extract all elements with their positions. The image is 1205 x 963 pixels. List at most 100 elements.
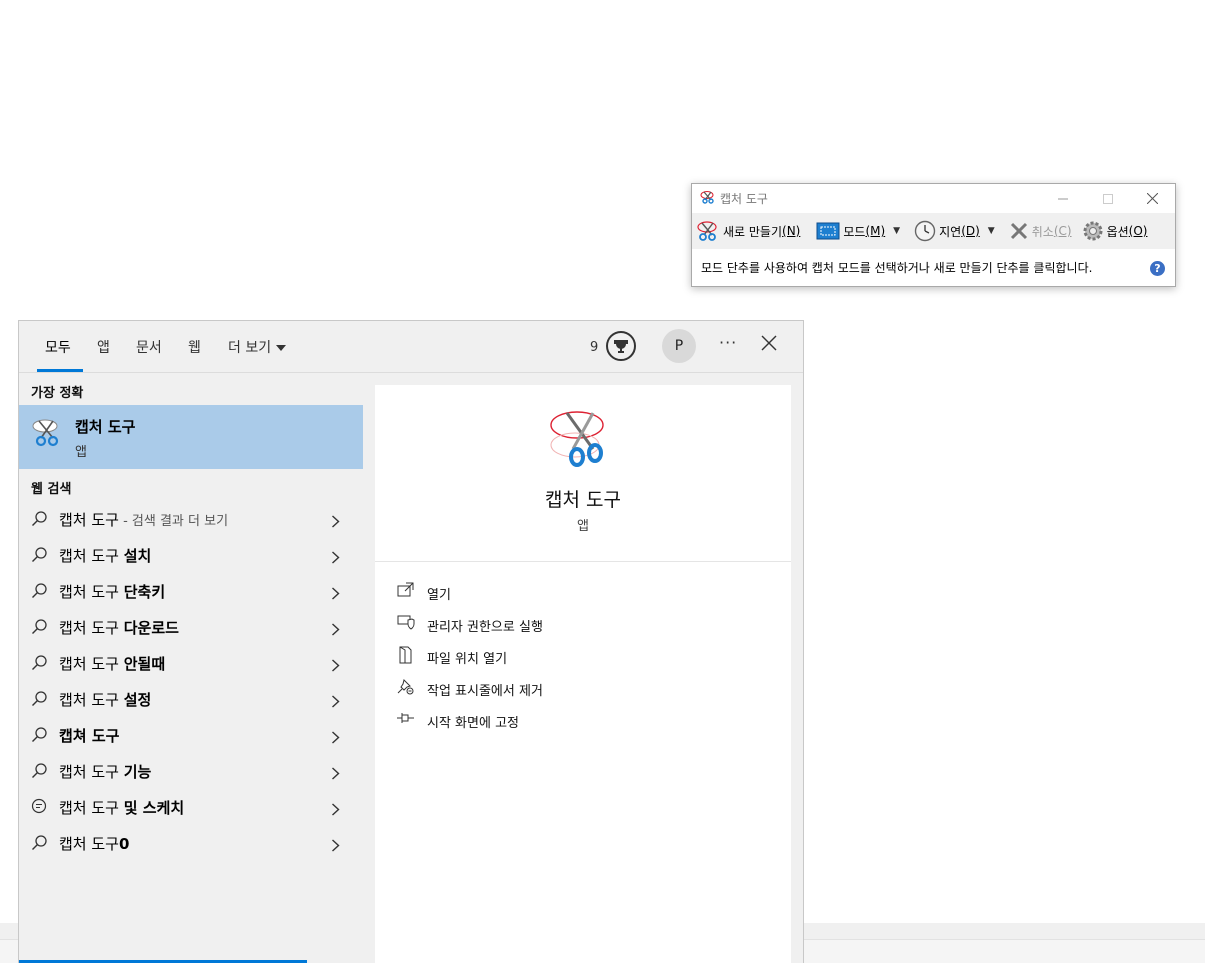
chevron-right-icon <box>331 549 340 568</box>
minimize-icon <box>1057 198 1068 199</box>
app-detail-pane: 캡처 도구 앱 열기 관리자 권한으로 실행 파일 위치 열기 작업 표시줄에서… <box>375 385 791 963</box>
maximize-icon <box>1102 193 1113 204</box>
rewards-trophy-icon[interactable] <box>606 331 636 361</box>
web-result-row[interactable]: 캡쳐 도구 <box>19 717 363 753</box>
chevron-right-icon <box>331 801 340 820</box>
search-icon <box>31 834 48 855</box>
web-result-row[interactable]: 캡처 도구 - 검색 결과 더 보기 <box>19 501 363 537</box>
web-result-row[interactable]: 캡처 도구 및 스케치 <box>19 789 363 825</box>
file-location-icon <box>397 646 415 668</box>
minimize-button[interactable] <box>1040 184 1085 213</box>
search-icon <box>31 546 48 567</box>
window-title: 캡처 도구 <box>720 192 768 206</box>
search-icon <box>31 762 48 783</box>
search-icon <box>31 510 48 531</box>
web-result-text: 캡처 도구 단축키 <box>59 583 166 601</box>
chat-icon <box>31 798 47 818</box>
open-icon <box>397 582 415 602</box>
delay-button[interactable]: 지연 (D) ▼ <box>914 220 999 242</box>
options-button[interactable]: 옵션 (O) <box>1082 220 1147 242</box>
pin-icon <box>397 710 415 729</box>
rewards-count: 9 <box>590 340 599 355</box>
close-icon <box>1147 193 1158 204</box>
best-match-type: 앱 <box>75 445 87 460</box>
gear-icon <box>1082 220 1104 242</box>
web-result-text: 캡처 도구 설정 <box>59 691 152 709</box>
search-icon <box>31 582 48 603</box>
cancel-button[interactable]: 취소 (C) <box>1009 221 1072 241</box>
search-tab-bar: 모두 앱 문서 웹 더 보기 9 P ··· <box>19 321 803 373</box>
action-unpin-taskbar[interactable]: 작업 표시줄에서 제거 <box>397 676 697 700</box>
tab-more[interactable]: 더 보기 <box>228 337 287 357</box>
chevron-right-icon <box>331 621 340 640</box>
close-button[interactable] <box>1130 184 1175 213</box>
chevron-right-icon <box>331 585 340 604</box>
detail-app-type: 앱 <box>577 519 589 534</box>
chevron-right-icon <box>331 837 340 856</box>
scissors-icon <box>700 189 716 208</box>
web-search-heading: 웹 검색 <box>31 482 72 497</box>
status-bar: 모드 단추를 사용하여 캡처 모드를 선택하거나 새로 만들기 단추를 클릭합니… <box>692 249 1175 286</box>
web-result-row[interactable]: 캡처 도구 기능 <box>19 753 363 789</box>
chevron-right-icon <box>331 693 340 712</box>
web-result-row[interactable]: 캡처 도구 안될때 <box>19 645 363 681</box>
web-result-row[interactable]: 캡처 도구 다운로드 <box>19 609 363 645</box>
delay-dropdown-icon[interactable]: ▼ <box>988 226 995 236</box>
scissors-icon <box>696 220 720 242</box>
best-match-heading: 가장 정확 <box>31 386 84 401</box>
toolbar: 새로 만들기 (N) 모드 (M) ▼ 지연 (D) ▼ 취소 (C) 옵션 (… <box>692 213 1175 249</box>
avatar[interactable]: P <box>662 329 696 363</box>
rectangle-snip-icon <box>816 222 840 240</box>
best-match-title: 캡처 도구 <box>75 418 136 436</box>
chevron-right-icon <box>331 765 340 784</box>
tab-web[interactable]: 웹 <box>188 337 201 357</box>
snipping-tool-large-icon <box>549 405 613 473</box>
web-result-row[interactable]: 캡처 도구 설치 <box>19 537 363 573</box>
web-result-text: 캡처 도구 안될때 <box>59 655 166 673</box>
action-run-as-admin[interactable]: 관리자 권한으로 실행 <box>397 612 697 636</box>
admin-shield-icon <box>397 614 415 634</box>
web-result-row[interactable]: 캡처 도구 설정 <box>19 681 363 717</box>
action-pin-start[interactable]: 시작 화면에 고정 <box>397 708 697 732</box>
web-result-text: 캡처 도구 설치 <box>59 547 152 565</box>
web-result-row[interactable]: 캡처 도구0 <box>19 825 363 861</box>
chevron-down-icon <box>276 345 287 351</box>
chevron-right-icon <box>331 513 340 532</box>
active-tab-indicator <box>37 369 83 372</box>
web-result-text: 캡처 도구 및 스케치 <box>59 799 185 817</box>
best-match-item[interactable]: 캡처 도구 앱 <box>19 405 363 469</box>
new-snip-button[interactable]: 새로 만들기 (N) <box>696 220 800 242</box>
search-icon <box>31 726 48 747</box>
snipping-tool-icon <box>31 416 63 452</box>
maximize-button[interactable] <box>1085 184 1130 213</box>
action-open-file-location[interactable]: 파일 위치 열기 <box>397 644 697 668</box>
tab-documents[interactable]: 문서 <box>136 337 162 357</box>
close-search-button[interactable] <box>761 335 783 357</box>
search-icon <box>31 654 48 675</box>
web-result-text: 캡처 도구 다운로드 <box>59 619 179 637</box>
tab-apps[interactable]: 앱 <box>97 337 110 357</box>
chevron-right-icon <box>331 729 340 748</box>
clock-icon <box>914 220 936 242</box>
web-result-text: 캡처 도구0 <box>59 835 130 853</box>
unpin-icon <box>397 678 415 700</box>
help-icon[interactable]: ? <box>1150 261 1165 276</box>
chevron-right-icon <box>331 657 340 676</box>
detail-app-title: 캡처 도구 <box>545 489 621 511</box>
mode-dropdown-icon[interactable]: ▼ <box>893 226 900 236</box>
web-result-text: 캡처 도구 기능 <box>59 763 152 781</box>
web-result-text: 캡처 도구 - 검색 결과 더 보기 <box>59 511 229 529</box>
tab-all[interactable]: 모두 <box>45 337 71 357</box>
start-search-panel: 모두 앱 문서 웹 더 보기 9 P ··· 가장 정확 캡처 도구 앱 웹 검… <box>18 320 804 963</box>
cancel-x-icon <box>1009 221 1029 241</box>
close-icon <box>761 335 777 351</box>
web-result-text: 캡쳐 도구 <box>59 727 120 745</box>
snipping-tool-window: 캡처 도구 새로 만들기 (N) 모드 (M) ▼ 지연 (D) ▼ 취소 (C… <box>691 183 1176 287</box>
mode-button[interactable]: 모드 (M) ▼ <box>816 222 904 240</box>
action-open[interactable]: 열기 <box>397 580 697 604</box>
search-icon <box>31 618 48 639</box>
search-icon <box>31 690 48 711</box>
status-text: 모드 단추를 사용하여 캡처 모드를 선택하거나 새로 만들기 단추를 클릭합니… <box>701 261 1093 275</box>
more-options-button[interactable]: ··· <box>719 333 737 352</box>
web-result-row[interactable]: 캡처 도구 단축키 <box>19 573 363 609</box>
